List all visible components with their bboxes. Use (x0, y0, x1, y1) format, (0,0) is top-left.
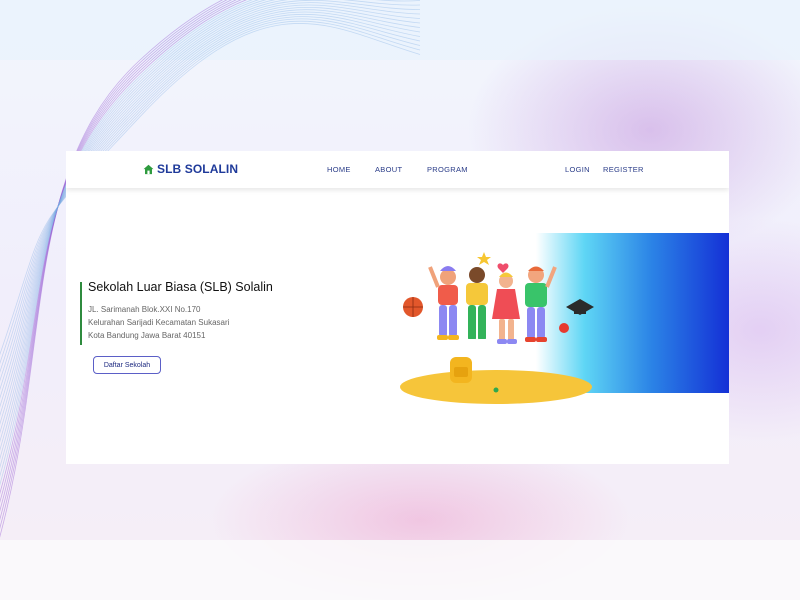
students-illustration (400, 252, 594, 404)
nav-home[interactable]: HOME (327, 165, 351, 174)
login-link[interactable]: LOGIN (565, 165, 590, 174)
hero-accent-bar (80, 282, 82, 345)
home-icon (143, 164, 154, 174)
register-school-button[interactable]: Daftar Sekolah (93, 356, 161, 374)
address-line-1: JL. Sarimanah Blok.XXI No.170 (88, 305, 201, 314)
navbar: SLB SOLALIN HOME ABOUT PROGRAM LOGIN REG… (66, 151, 729, 188)
hero-title: Sekolah Luar Biasa (SLB) Solalin (88, 280, 273, 294)
register-link[interactable]: REGISTER (603, 165, 644, 174)
address-line-2: Kelurahan Sarijadi Kecamatan Sukasari (88, 318, 230, 327)
nav-about[interactable]: ABOUT (375, 165, 402, 174)
website-preview: SLB SOLALIN HOME ABOUT PROGRAM LOGIN REG… (66, 151, 729, 464)
brand-name: SLB SOLALIN (157, 162, 239, 176)
nav-program[interactable]: PROGRAM (427, 165, 468, 174)
address-line-3: Kota Bandung Jawa Barat 40151 (88, 331, 206, 340)
brand-logo[interactable]: SLB SOLALIN (143, 162, 238, 176)
